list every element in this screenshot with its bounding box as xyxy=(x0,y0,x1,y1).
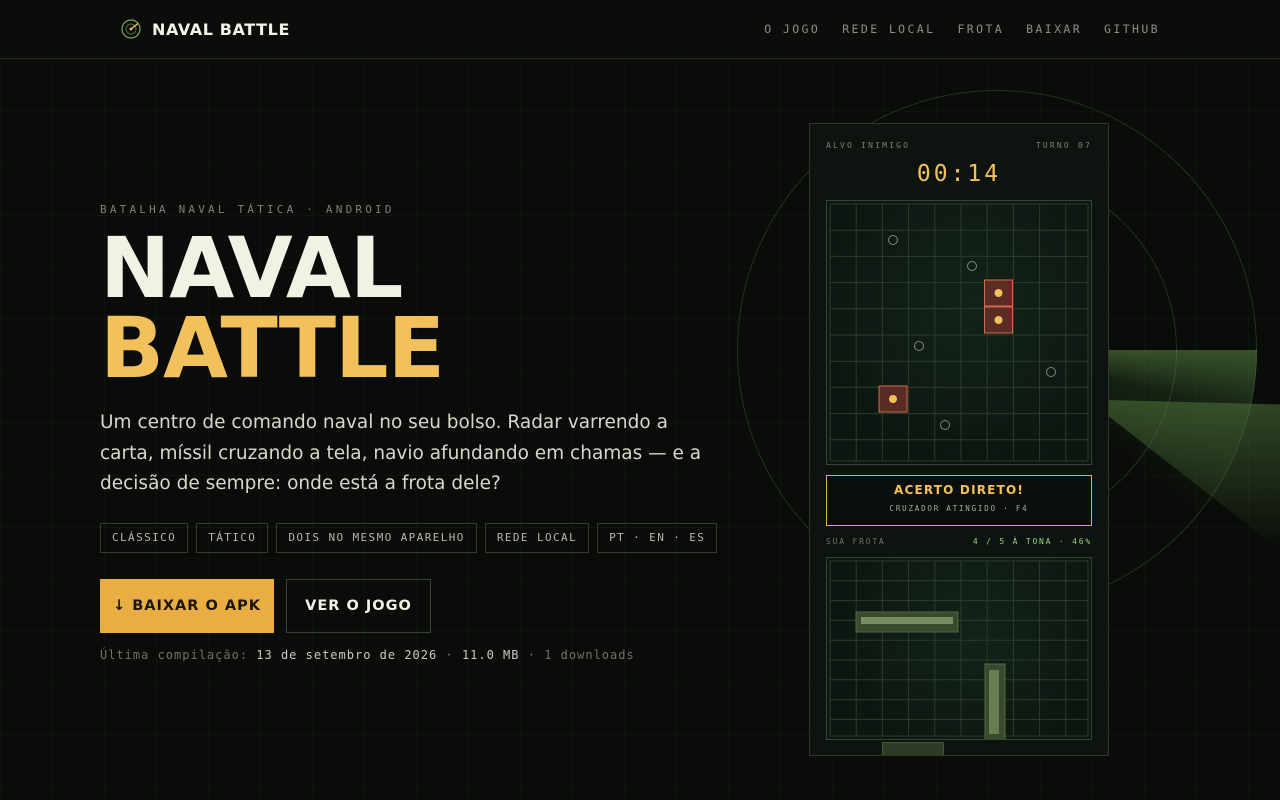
hero-eyebrow: BATALHA NAVAL TÁTICA · ANDROID xyxy=(100,203,395,216)
tag-classico: CLÁSSICO xyxy=(100,523,189,553)
build-separator: · xyxy=(527,648,536,662)
miss-marker xyxy=(1046,367,1056,377)
hit-alert-title: ACERTO DIRETO! xyxy=(893,483,1025,497)
site-header: NAVAL BATTLE O JOGO REDE LOCAL FROTA BAI… xyxy=(0,0,1280,59)
tag-rede-local: REDE LOCAL xyxy=(484,523,590,553)
nav-link-o-jogo[interactable]: O JOGO xyxy=(764,22,820,36)
download-apk-button[interactable]: ↓ BAIXAR O APK xyxy=(100,579,274,633)
view-game-button[interactable]: VER O JOGO xyxy=(286,579,431,633)
enemy-grid xyxy=(829,203,1089,462)
tag-languages: PT · EN · ES xyxy=(597,523,718,553)
nav-link-frota[interactable]: FROTA xyxy=(957,22,1004,36)
build-label: Última compilação: xyxy=(100,648,249,662)
brand[interactable]: NAVAL BATTLE xyxy=(121,19,290,39)
download-apk-label: ↓ BAIXAR O APK xyxy=(113,598,261,614)
target-label: ALVO INIMIGO xyxy=(826,141,911,150)
feature-tags: CLÁSSICO TÁTICO DOIS NO MESMO APARELHO R… xyxy=(100,523,718,553)
fleet-label: SUA FROTA xyxy=(826,537,886,546)
ship-vertical xyxy=(984,663,1006,739)
radar-sweep-tail xyxy=(1107,400,1280,550)
hero-title-line-2: BATTLE xyxy=(100,299,445,397)
fleet-status-row: SUA FROTA 4 / 5 À TONA · 46% xyxy=(826,537,1092,546)
build-size: 11.0 MB xyxy=(461,648,520,662)
hit-marker xyxy=(984,306,1013,334)
hero-title-line-1: NAVAL xyxy=(100,219,403,317)
ship-partial xyxy=(882,742,944,755)
fleet-status: 4 / 5 À TONA · 46% xyxy=(972,537,1092,546)
enemy-board[interactable] xyxy=(826,200,1092,465)
game-preview-panel: ALVO INIMIGO TURNO 07 00:14 ACERTO DIRET… xyxy=(809,123,1109,756)
hit-marker xyxy=(984,279,1013,307)
miss-marker xyxy=(914,341,924,351)
ship-horizontal xyxy=(855,611,959,633)
radar-icon xyxy=(121,19,141,39)
nav-link-rede-local[interactable]: REDE LOCAL xyxy=(842,22,935,36)
main-nav: O JOGO REDE LOCAL FROTA BAIXAR GITHUB xyxy=(764,22,1160,36)
hero-title: NAVAL BATTLE xyxy=(100,219,445,397)
build-separator: · xyxy=(445,648,454,662)
hit-marker xyxy=(878,385,908,413)
build-info: Última compilação: 13 de setembro de 202… xyxy=(100,648,635,662)
hit-alert: ACERTO DIRETO! CRUZADOR ATINGIDO · F4 xyxy=(826,475,1092,526)
miss-marker xyxy=(967,261,977,271)
turn-timer: 00:14 xyxy=(916,161,1002,187)
turn-label: TURNO 07 xyxy=(1035,141,1092,150)
brand-name: NAVAL BATTLE xyxy=(152,19,290,39)
own-grid xyxy=(829,560,1089,739)
nav-link-github[interactable]: GITHUB xyxy=(1104,22,1160,36)
nav-link-baixar[interactable]: BAIXAR xyxy=(1026,22,1082,36)
panel-top-bar: ALVO INIMIGO TURNO 07 xyxy=(826,141,1092,150)
own-board xyxy=(826,557,1092,740)
hero-description: Um centro de comando naval no seu bolso.… xyxy=(100,412,702,494)
build-date: 13 de setembro de 2026 xyxy=(256,648,438,662)
tag-tatico: TÁTICO xyxy=(196,523,269,553)
hit-alert-detail: CRUZADOR ATINGIDO · F4 xyxy=(889,504,1029,513)
build-downloads: 1 downloads xyxy=(544,648,635,662)
miss-marker xyxy=(888,235,898,245)
miss-marker xyxy=(940,420,950,430)
tag-dois-no-mesmo-aparelho: DOIS NO MESMO APARELHO xyxy=(276,523,477,553)
